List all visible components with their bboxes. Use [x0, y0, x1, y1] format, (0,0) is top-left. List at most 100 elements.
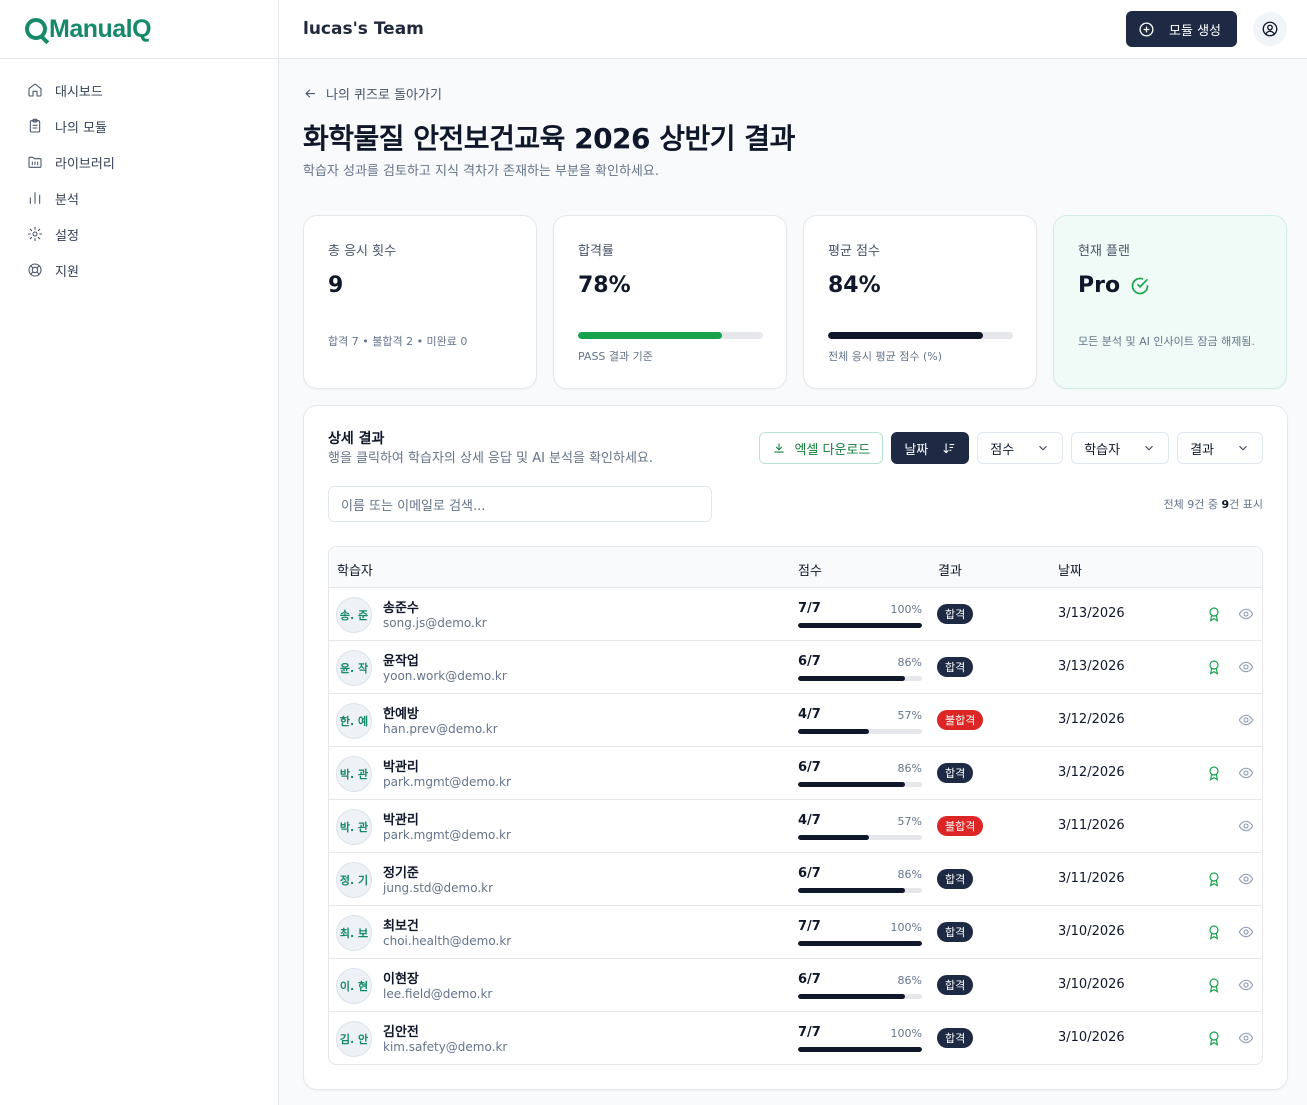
clipboard-icon [29, 118, 41, 133]
award-icon[interactable] [1206, 606, 1222, 622]
sidebar-item-support[interactable]: 지원 [0, 252, 278, 288]
create-module-button[interactable]: 모듈 생성 [1126, 11, 1237, 47]
stat-label: 평균 점수 [828, 244, 880, 259]
eye-icon[interactable] [1238, 1030, 1254, 1046]
table-row[interactable]: 김. 안 김안전 kim.safety@demo.kr 7/7 100% 합격 3/10/2… [329, 1012, 1262, 1064]
attempt-date: 3/13/2026 [1058, 606, 1125, 621]
score-percent: 100% [890, 921, 922, 934]
award-icon[interactable] [1206, 977, 1222, 993]
main-content: 나의 퀴즈로 돌아가기 화학물질 안전보건교육 2026 상반기 결과 학습자 … [303, 59, 1288, 1090]
eye-icon[interactable] [1238, 977, 1254, 993]
score-percent: 86% [897, 762, 922, 775]
filter-result-dropdown[interactable]: 결과 [1177, 432, 1263, 464]
user-menu-button[interactable] [1253, 12, 1287, 46]
gear-icon [27, 226, 43, 242]
stat-value: Pro [1078, 273, 1262, 298]
avatar: 한. 예 [336, 703, 372, 739]
sidebar-item-label: 나의 모듈 [55, 120, 107, 136]
sidebar-item-label: 지원 [55, 264, 79, 280]
filter-score-dropdown[interactable]: 점수 [977, 432, 1064, 464]
score-percent: 57% [897, 815, 922, 828]
avatar: 송. 준 [336, 597, 372, 633]
download-icon [774, 443, 785, 453]
page-title: 화학물질 안전보건교육 2026 상반기 결과 [303, 122, 795, 155]
learner-email: kim.safety@demo.kr [383, 1040, 508, 1054]
section-subtitle: 행을 클릭하여 학습자의 상세 응답 및 AI 분석을 확인하세요. [328, 451, 653, 466]
column-header-learner[interactable]: 학습자 [337, 560, 373, 579]
score-bar [798, 729, 922, 734]
sidebar-item-library[interactable]: 라이브러리 [0, 144, 278, 180]
table-row[interactable]: 윤. 작 윤작업 yoon.work@demo.kr 6/7 86% 합격 3/13/202… [329, 641, 1262, 694]
sort-date-button[interactable]: 날짜 [891, 432, 970, 464]
score-value: 4/7 [798, 813, 821, 828]
eye-icon[interactable] [1238, 818, 1254, 834]
score-bar-fill [798, 994, 905, 999]
sidebar-item-dashboard[interactable]: 대시보드 [0, 72, 278, 108]
score-value: 4/7 [798, 707, 821, 722]
filter-learner-dropdown[interactable]: 학습자 [1071, 432, 1170, 464]
learner-email: han.prev@demo.kr [383, 722, 498, 736]
avatar: 최. 보 [336, 915, 372, 951]
stat-footnote: 합격 7 • 불합격 2 • 미완료 0 [328, 335, 468, 348]
award-icon[interactable] [1206, 1030, 1222, 1046]
excel-download-button[interactable]: 엑셀 다운로드 [759, 432, 884, 464]
score-bar [798, 1047, 922, 1052]
logo-mark-icon [25, 18, 47, 40]
table-row[interactable]: 박. 관 박관리 park.mgmt@demo.kr 4/7 57% 불합격 3/11/20… [329, 800, 1262, 853]
search-input[interactable]: 이름 또는 이메일로 검색... [328, 486, 712, 522]
award-icon[interactable] [1206, 765, 1222, 781]
column-header-result[interactable]: 결과 [938, 560, 962, 579]
eye-icon[interactable] [1238, 659, 1254, 675]
award-icon[interactable] [1206, 924, 1222, 940]
pass-rate-bar-fill [578, 332, 723, 339]
table-row[interactable]: 최. 보 최보건 choi.health@demo.kr 7/7 100% 합격 3/10/… [329, 906, 1262, 959]
section-title: 상세 결과 [328, 431, 385, 447]
score-value: 7/7 [798, 1025, 821, 1040]
column-header-date[interactable]: 날짜 [1058, 560, 1082, 579]
eye-icon[interactable] [1238, 765, 1254, 781]
table-row[interactable]: 이. 현 이현장 lee.field@demo.kr 6/7 86% 합격 3/10/202… [329, 959, 1262, 1012]
column-header-score[interactable]: 점수 [798, 560, 822, 579]
table-row[interactable]: 송. 준 송준수 song.js@demo.kr 7/7 100% 합격 3/13/2026 [329, 588, 1262, 641]
score-value: 6/7 [798, 972, 821, 987]
learner-name: 박관리 [383, 760, 419, 775]
pass-rate-bar [578, 332, 763, 339]
sidebar-item-my-modules[interactable]: 나의 모듈 [0, 108, 278, 144]
eye-icon[interactable] [1238, 871, 1254, 887]
award-icon[interactable] [1206, 659, 1222, 675]
score-percent: 100% [890, 1027, 922, 1040]
learner-email: yoon.work@demo.kr [383, 669, 507, 683]
learner-name: 정기준 [383, 866, 419, 881]
result-badge: 합격 [937, 604, 974, 624]
eye-icon[interactable] [1238, 606, 1254, 622]
user-circle-icon [1262, 21, 1278, 37]
table-row[interactable]: 한. 예 한예방 han.prev@demo.kr 4/7 57% 불합격 3/12/202… [329, 694, 1262, 747]
sidebar-item-settings[interactable]: 설정 [0, 216, 278, 252]
result-badge: 합격 [937, 1028, 974, 1048]
attempt-date: 3/10/2026 [1058, 977, 1125, 992]
table-row[interactable]: 박. 관 박관리 park.mgmt@demo.kr 6/7 86% 합격 3/12/202… [329, 747, 1262, 800]
logo[interactable]: ManualQ [0, 0, 278, 59]
learner-email: lee.field@demo.kr [383, 987, 493, 1001]
stat-footnote: 모든 분석 및 AI 인사이트 잠금 해제됨. [1078, 335, 1255, 348]
avg-score-bar-fill [828, 332, 984, 339]
score-bar [798, 888, 922, 893]
result-badge: 합격 [937, 869, 974, 889]
attempt-date: 3/10/2026 [1058, 1030, 1125, 1045]
score-bar [798, 782, 922, 787]
eye-icon[interactable] [1238, 712, 1254, 728]
learner-name: 윤작업 [383, 654, 419, 669]
stat-card-pass-rate: 합격률 78% PASS 결과 기준 [553, 215, 787, 389]
folder-icon [28, 156, 42, 168]
page-subtitle: 학습자 성과를 검토하고 지식 격차가 존재하는 부분을 확인하세요. [303, 164, 659, 179]
table-row[interactable]: 정. 기 정기준 jung.std@demo.kr 6/7 86% 합격 3/11/2026 [329, 853, 1262, 906]
results-table: 학습자 점수 결과 날짜 송. 준 송준수 song.js@demo.kr 7/7 10… [328, 546, 1263, 1065]
learner-name: 박관리 [383, 813, 419, 828]
sidebar-item-label: 대시보드 [55, 84, 103, 100]
learner-email: park.mgmt@demo.kr [383, 828, 511, 842]
toolbar: 엑셀 다운로드 날짜 점수 학습자 결과 [759, 432, 1263, 464]
eye-icon[interactable] [1238, 924, 1254, 940]
back-link[interactable]: 나의 퀴즈로 돌아가기 [303, 85, 1288, 103]
award-icon[interactable] [1206, 871, 1222, 887]
sidebar-item-analytics[interactable]: 분석 [0, 180, 278, 216]
